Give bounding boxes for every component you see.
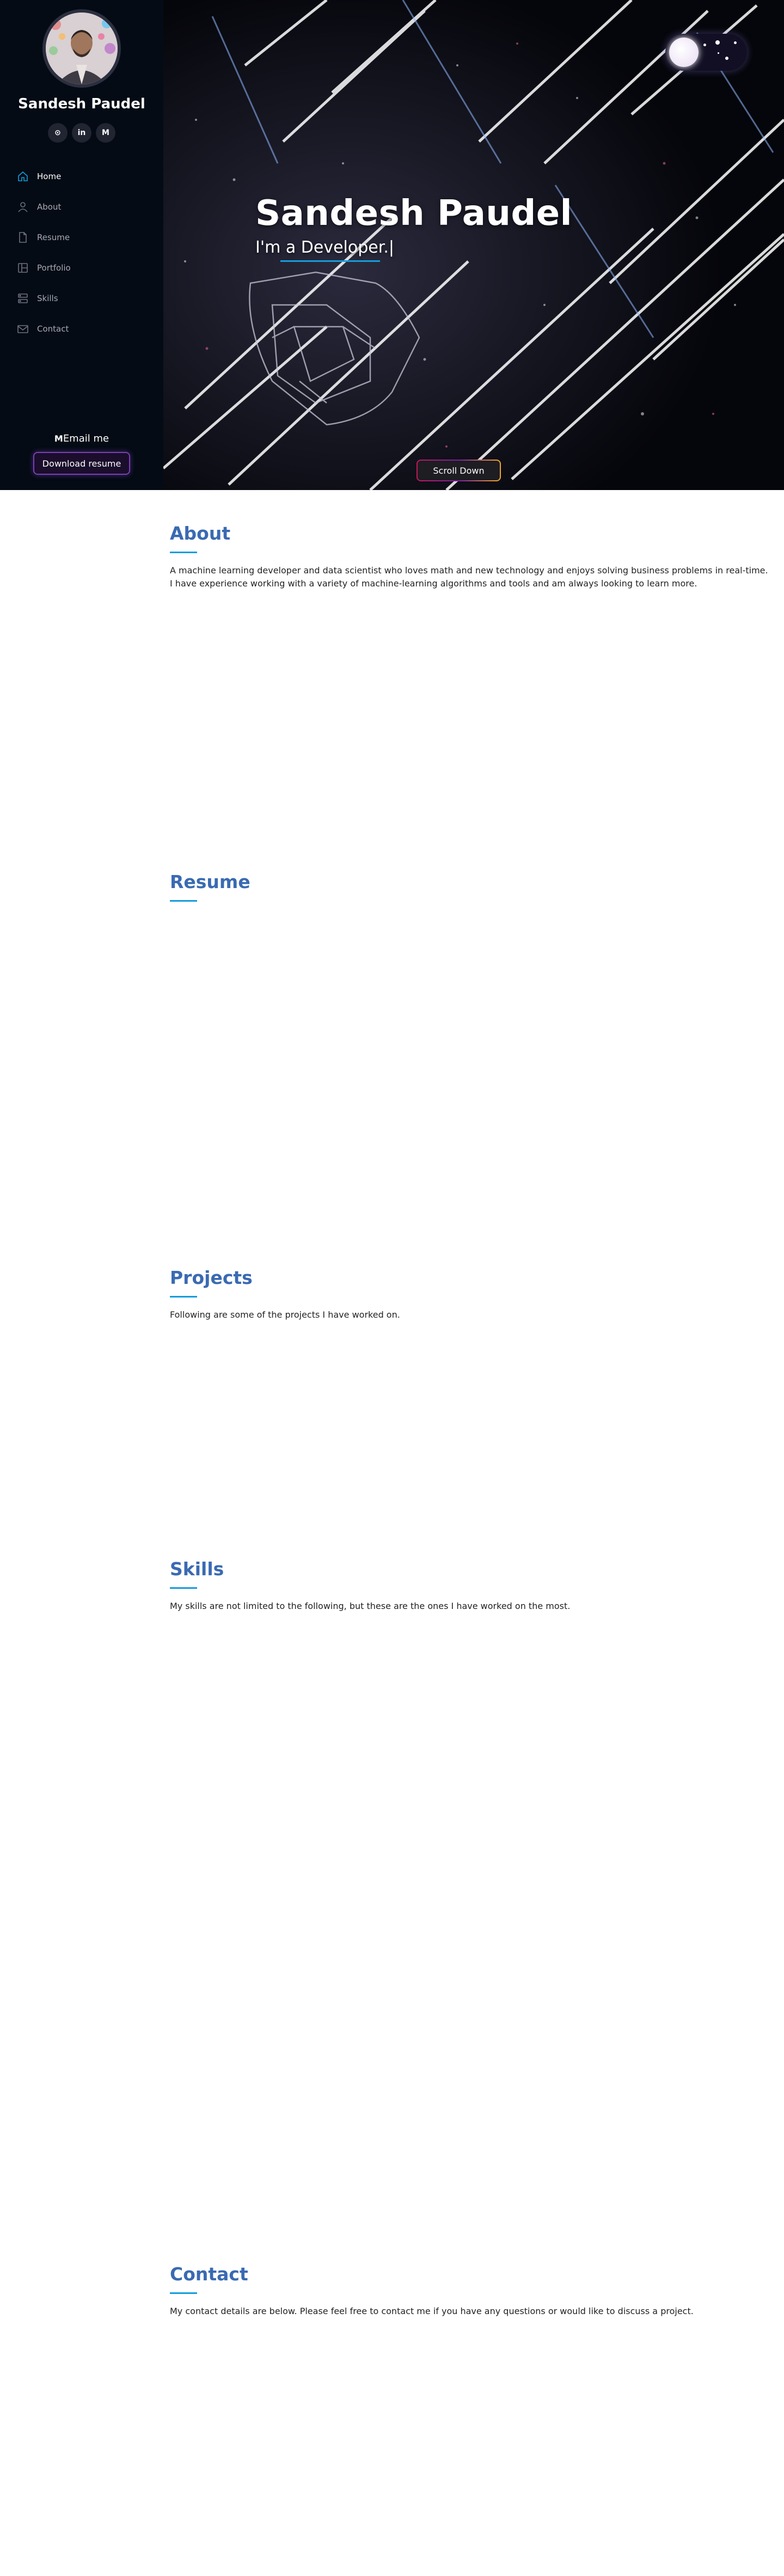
email-me-link[interactable]: MEmail me — [0, 433, 163, 444]
user-icon — [16, 200, 29, 213]
star-dot — [725, 57, 728, 60]
projects-section: Projects Following are some of the proje… — [170, 1267, 769, 1321]
section-title: Skills — [170, 1558, 224, 1580]
skills-text: My skills are not limited to the followi… — [170, 1601, 571, 1611]
projects-text: Following are some of the projects I hav… — [170, 1310, 400, 1320]
nav-item-portfolio[interactable]: Portfolio — [16, 253, 71, 283]
nav-item-about[interactable]: About — [16, 192, 71, 222]
linkedin-link[interactable]: in — [72, 123, 91, 143]
sidebar-name: Sandesh Paudel — [18, 96, 145, 112]
about-text: A machine learning developer and data sc… — [170, 565, 768, 589]
sidebar: Sandesh Paudel ⊙ in M Home About Resume … — [0, 0, 163, 490]
gmail-icon: M — [54, 433, 63, 444]
profile-avatar — [42, 9, 121, 88]
hero-subtitle-underline — [280, 260, 380, 262]
nav-item-resume[interactable]: Resume — [16, 222, 71, 253]
nav-item-skills[interactable]: Skills — [16, 283, 71, 314]
star-dot — [734, 41, 737, 44]
social-links: ⊙ in M — [0, 123, 163, 143]
theme-toggle[interactable] — [665, 34, 747, 71]
nav-item-home[interactable]: Home — [16, 161, 71, 192]
section-title: About — [170, 523, 231, 544]
nav-label: Home — [37, 172, 62, 181]
star-dot — [703, 44, 706, 46]
hero-typed-subtitle: I'm a Developer.| — [255, 238, 394, 257]
skills-section: Skills My skills are not limited to the … — [170, 1558, 769, 1613]
section-title-underline — [170, 2292, 197, 2294]
download-resume-button[interactable]: Download resume — [33, 452, 130, 475]
hero-title: Sandesh Paudel — [255, 193, 573, 234]
star-dot — [715, 40, 720, 45]
section-title: Projects — [170, 1267, 253, 1288]
section-title-underline — [170, 900, 197, 902]
portfolio-icon — [16, 261, 29, 274]
nav-label: About — [37, 202, 62, 212]
github-icon: ⊙ — [54, 129, 61, 137]
nav-item-contact[interactable]: Contact — [16, 314, 71, 344]
nav-label: Resume — [37, 232, 70, 242]
section-title-underline — [170, 1296, 197, 1298]
server-icon — [16, 292, 29, 305]
email-me-label: Email me — [63, 433, 109, 444]
contact-section: Contact My contact details are below. Pl… — [170, 2263, 769, 2318]
scroll-down-button[interactable]: Scroll Down — [416, 460, 501, 481]
medium-icon: M — [102, 129, 109, 137]
contact-text: My contact details are below. Please fee… — [170, 2306, 694, 2316]
section-title-underline — [170, 1587, 197, 1589]
envelope-icon — [16, 322, 29, 335]
file-icon — [16, 231, 29, 244]
toggle-knob — [669, 38, 699, 67]
nav-label: Contact — [37, 324, 69, 334]
home-icon — [16, 170, 29, 183]
section-title: Contact — [170, 2263, 248, 2285]
hero-section: Sandesh Paudel I'm a Developer.| Scroll … — [163, 0, 784, 490]
resume-section: Resume — [170, 871, 769, 902]
main-nav: Home About Resume Portfolio Skills Conta… — [16, 161, 71, 344]
medium-link[interactable]: M — [96, 123, 115, 143]
linkedin-icon: in — [77, 129, 86, 137]
nav-label: Skills — [37, 293, 58, 303]
about-section: About A machine learning developer and d… — [170, 523, 769, 590]
section-title: Resume — [170, 871, 250, 892]
nav-label: Portfolio — [37, 263, 71, 273]
github-link[interactable]: ⊙ — [48, 123, 68, 143]
star-dot — [718, 52, 719, 54]
section-title-underline — [170, 552, 197, 553]
